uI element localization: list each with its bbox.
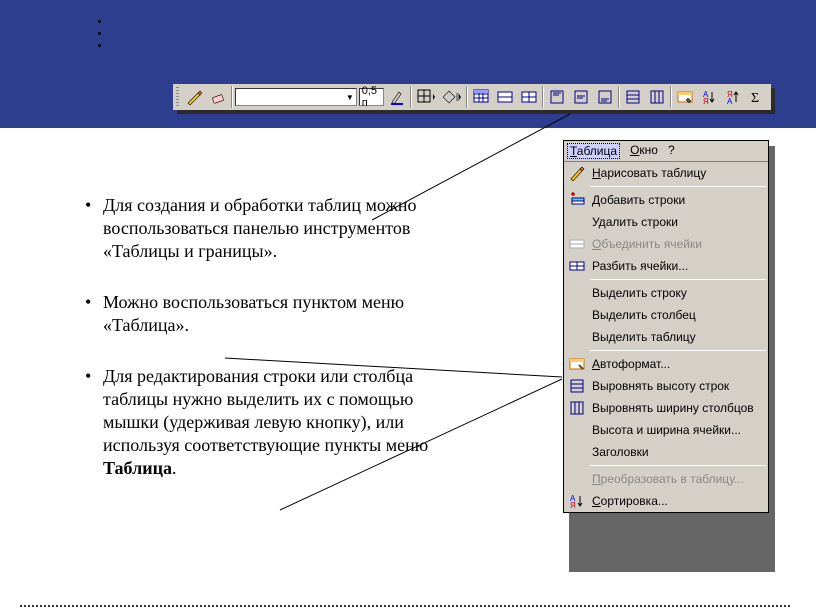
slide-footer-border (20, 605, 790, 607)
callout-lines (0, 0, 816, 613)
